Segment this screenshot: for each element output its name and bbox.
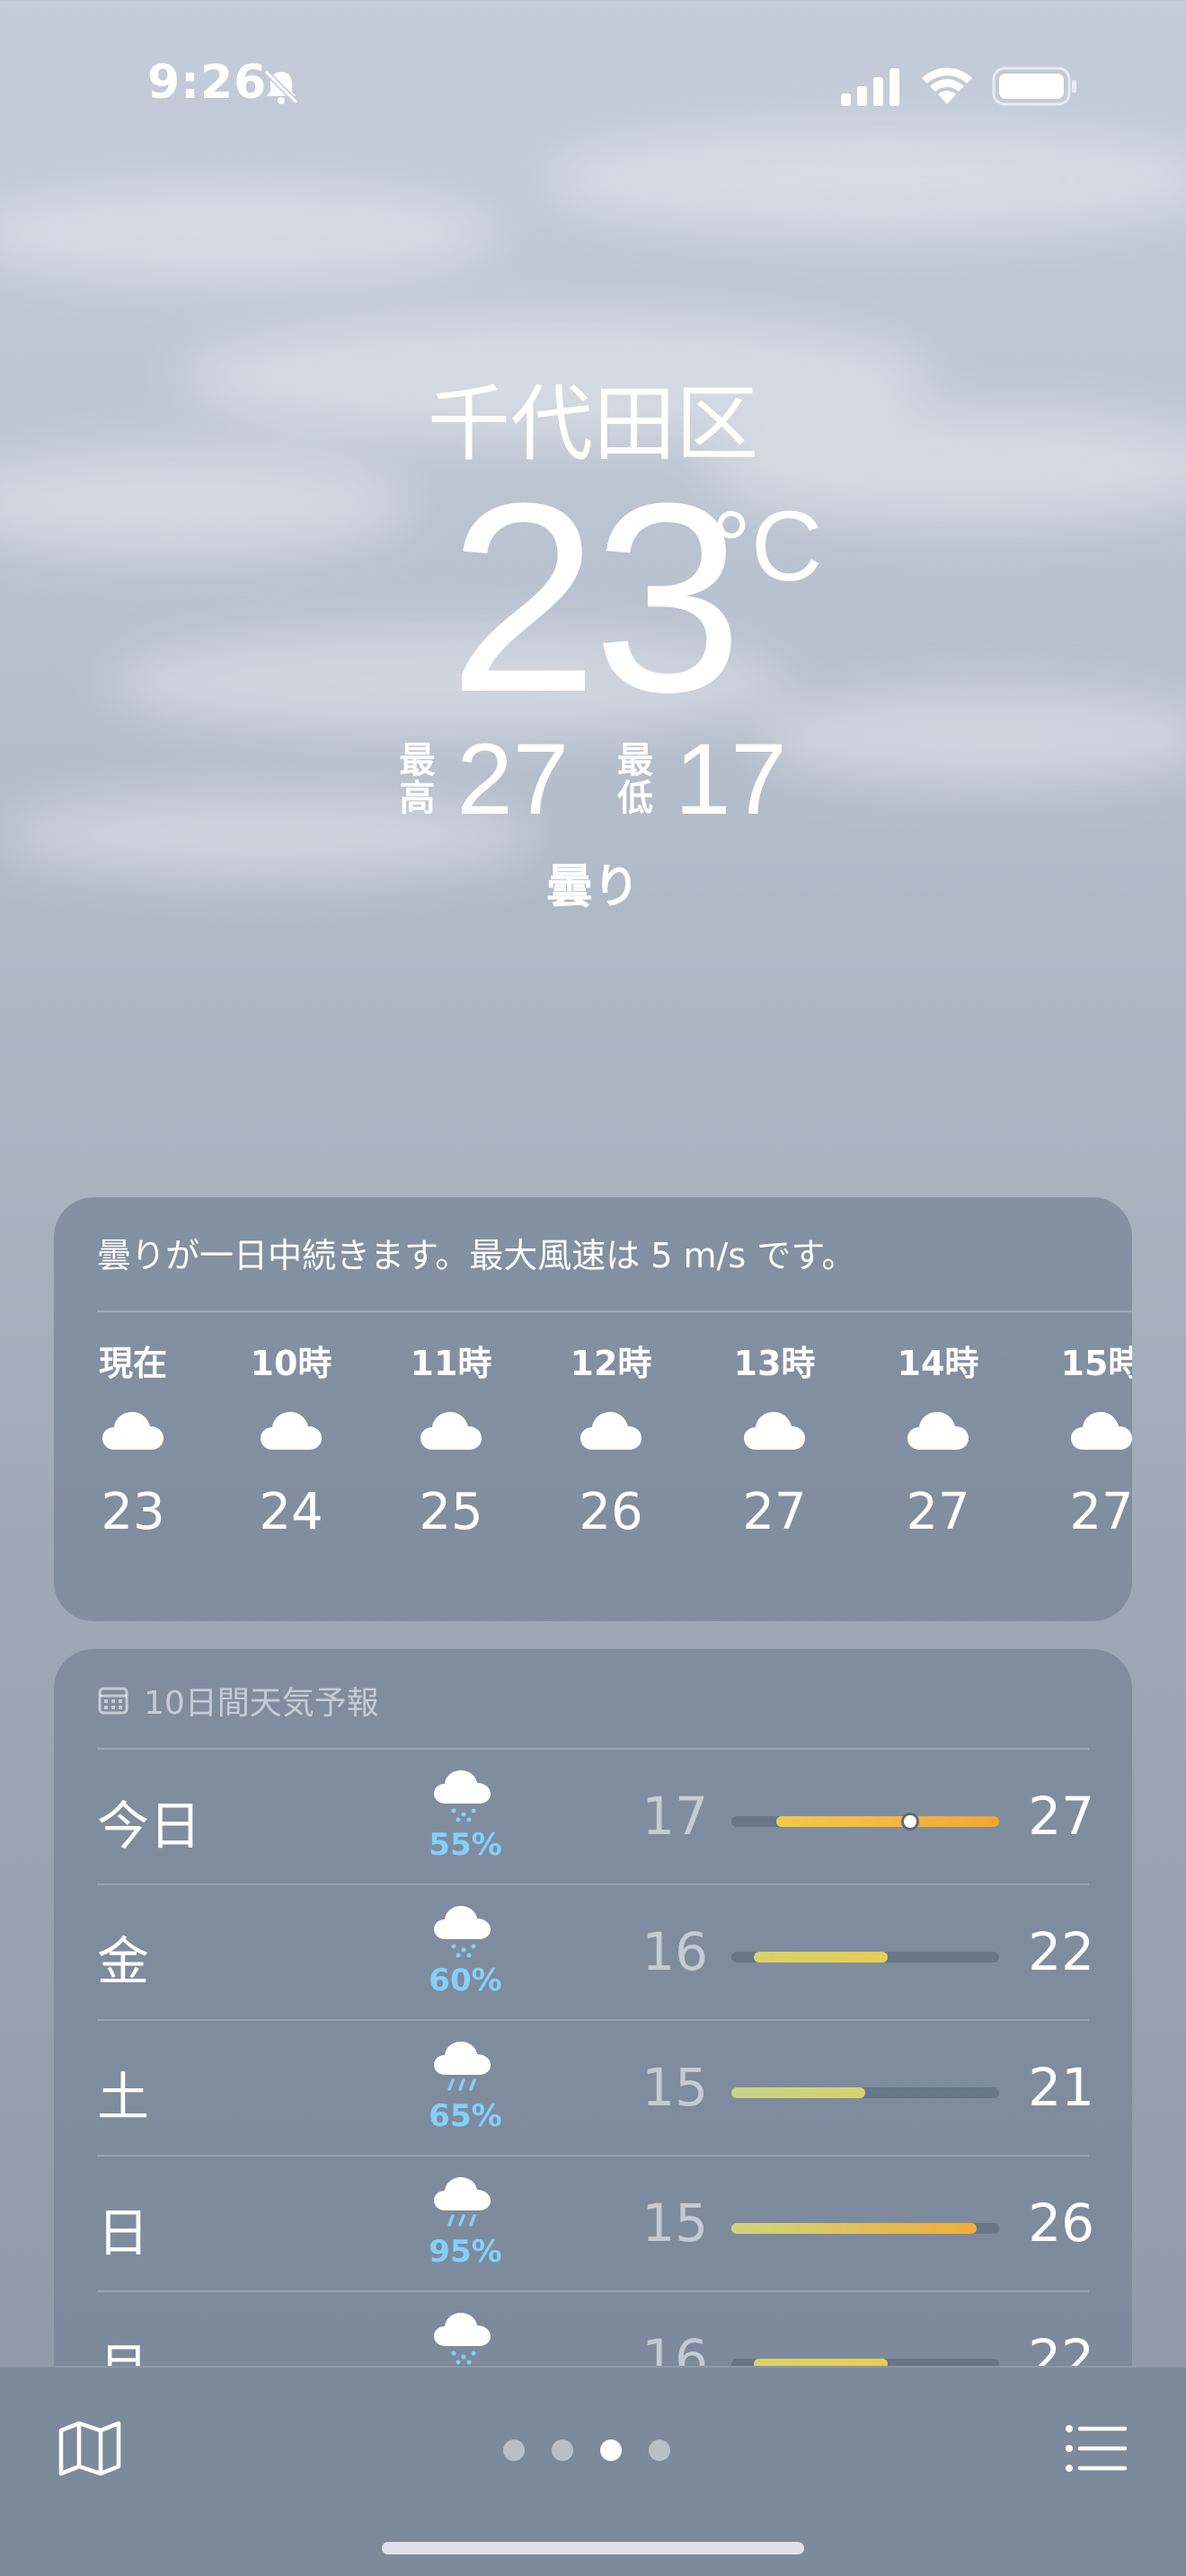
temperature-unit: °C <box>712 491 823 602</box>
current-temperature: 23 <box>448 446 743 748</box>
day-name: 日 <box>97 2202 150 2263</box>
high-low: 最 高 27 最 低 17 <box>0 723 1186 835</box>
day-high: 27 <box>1028 1786 1094 1847</box>
day-high: 21 <box>1028 2057 1094 2118</box>
wifi-icon <box>922 67 972 104</box>
temp-range-bar <box>731 2223 999 2234</box>
day-low: 15 <box>642 2057 708 2118</box>
daily-row: 今日 55% 17 27 <box>97 1750 1094 1884</box>
precip-chance: 55% <box>429 1827 502 1863</box>
hourly-forecast-card[interactable]: 曇りが一日中続きます。最大風速は 5 m/s です。 現在 23 10時 24 11時 2… <box>54 1197 1132 1621</box>
cloud-icon <box>420 1412 482 1450</box>
hour-temp: 23 <box>101 1483 165 1541</box>
daily-row: 日 95% 15 26 <box>97 2157 1094 2291</box>
cloud-icon <box>102 1412 164 1450</box>
map-icon[interactable] <box>58 2420 122 2477</box>
page-dot[interactable] <box>552 2439 573 2461</box>
low-temperature: 17 <box>675 723 787 835</box>
hourly-item: 13時 27 <box>703 1332 846 1541</box>
temp-range-fill <box>775 1816 999 1827</box>
temp-range-fill <box>753 1952 888 1963</box>
calendar-icon <box>98 1687 128 1715</box>
hour-label: 現在 <box>98 1344 167 1383</box>
page-dot[interactable] <box>503 2439 525 2461</box>
day-name: 土 <box>97 2067 150 2128</box>
cloud-drizzle-icon <box>434 1906 491 1958</box>
day-low: 16 <box>642 1921 708 1982</box>
current-temp-dot <box>900 1813 919 1831</box>
cloud-icon <box>261 1412 322 1450</box>
home-indicator[interactable] <box>382 2542 804 2554</box>
hour-temp: 27 <box>742 1483 807 1541</box>
precip-chance: 60% <box>429 1963 502 1998</box>
precip-chance: 65% <box>429 2098 502 2134</box>
hourly-item: 15時 27 <box>1030 1332 1132 1541</box>
page-dot-active[interactable] <box>600 2439 622 2461</box>
cloud-rain-icon <box>434 2177 491 2227</box>
bell-slash-icon <box>263 69 299 105</box>
hour-label: 14時 <box>897 1344 979 1383</box>
hourly-item: 11時 25 <box>379 1332 523 1541</box>
hour-temp: 27 <box>1069 1483 1132 1541</box>
hourly-item: 10時 24 <box>219 1332 363 1541</box>
hour-temp: 26 <box>579 1483 643 1541</box>
hourly-summary: 曇りが一日中続きます。最大風速は 5 m/s です。 <box>97 1236 856 1275</box>
cloud-icon <box>1071 1412 1132 1450</box>
daily-row: 金 60% 16 22 <box>97 1885 1094 2020</box>
temp-range-bar <box>731 1813 999 1831</box>
condition-text: 曇り <box>545 860 640 914</box>
day-low: 17 <box>642 1786 708 1847</box>
status-time: 9:26 <box>147 56 268 110</box>
high-label: 最 高 <box>399 740 436 819</box>
precip-chance: 95% <box>429 2234 502 2270</box>
page-indicator[interactable] <box>503 2439 683 2461</box>
high-temperature: 27 <box>456 723 569 835</box>
hour-label: 10時 <box>250 1344 332 1383</box>
page-dot[interactable] <box>649 2439 670 2461</box>
day-low: 15 <box>642 2192 708 2254</box>
bottom-toolbar <box>0 2366 1186 2576</box>
status-bar: 9:26 <box>0 0 1186 171</box>
divider <box>97 1310 1132 1312</box>
daily-header-text: 10日間天気予報 <box>144 1685 379 1722</box>
temp-range-fill <box>731 2087 865 2098</box>
temp-range-bar <box>731 2087 999 2098</box>
hour-label: 11時 <box>410 1344 492 1383</box>
cloud-icon <box>580 1412 642 1450</box>
temp-range-bar <box>731 1952 999 1963</box>
hourly-item: 現在 23 <box>61 1332 205 1541</box>
cloud-icon <box>744 1412 805 1450</box>
day-name: 金 <box>97 1931 150 1992</box>
cloud-rain-icon <box>434 2042 491 2091</box>
hour-temp: 24 <box>259 1483 323 1541</box>
day-high: 22 <box>1028 1921 1094 1982</box>
hourly-item: 12時 26 <box>539 1332 683 1541</box>
day-high: 26 <box>1028 2192 1094 2254</box>
day-name: 今日 <box>97 1795 202 1857</box>
hour-label: 13時 <box>733 1344 816 1383</box>
cellular-signal-icon <box>841 68 899 106</box>
hourly-item: 14時 27 <box>866 1332 1010 1541</box>
cloud-drizzle-icon <box>434 2313 491 2365</box>
hour-temp: 27 <box>906 1483 970 1541</box>
cloud-drizzle-icon <box>434 1770 491 1822</box>
daily-header: 10日間天気予報 <box>97 1678 379 1723</box>
battery-icon <box>992 66 1076 106</box>
daily-row: 土 65% 15 21 <box>97 2021 1094 2156</box>
cloud-icon <box>907 1412 969 1450</box>
temp-range-fill <box>731 2223 978 2234</box>
hour-temp: 25 <box>419 1483 483 1541</box>
list-icon[interactable] <box>1064 2423 1127 2474</box>
hour-label: 12時 <box>570 1344 652 1383</box>
hour-label: 15時 <box>1060 1344 1132 1383</box>
low-label: 最 低 <box>617 740 653 819</box>
